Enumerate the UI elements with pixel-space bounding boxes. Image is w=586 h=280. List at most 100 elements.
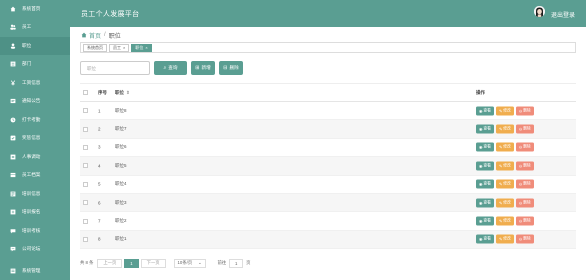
delete-button[interactable]: ⊖ 删除 (515, 106, 534, 116)
page-size-select[interactable]: 10条/页 ⌄ (173, 258, 206, 268)
sidebar-item-departments[interactable]: 部门 (0, 55, 70, 73)
tab-home[interactable]: 系统首页 (83, 43, 107, 52)
edit-icon: ✎ (498, 109, 503, 114)
view-button-label: 查看 (483, 218, 491, 223)
delete-button[interactable]: ⊖ 删除 (515, 179, 534, 189)
edit-button[interactable]: ✎ 修改 (495, 124, 514, 134)
row-index: 2 (98, 126, 101, 132)
department-icon (10, 61, 16, 67)
edit-button[interactable]: ✎ 修改 (495, 106, 514, 116)
row-checkbox[interactable] (83, 163, 88, 169)
sidebar-item-label: 部门 (22, 61, 32, 66)
eye-icon: ◉ (479, 145, 483, 150)
edit-button[interactable]: ✎ 修改 (495, 234, 514, 244)
sidebar-item-notices[interactable]: 通知公告 (0, 92, 70, 110)
close-icon[interactable]: × (123, 45, 125, 51)
sidebar-item-forum[interactable]: 公司论坛 (0, 240, 70, 258)
edit-button[interactable]: ✎ 修改 (495, 142, 514, 152)
sidebar-item-home[interactable]: 系统首页 (0, 0, 70, 18)
delete-icon: ⊖ (518, 164, 523, 169)
delete-button[interactable]: ⊖ 删除 (515, 124, 534, 134)
row-position-name: 职位7 (115, 126, 127, 132)
prev-page-button[interactable]: 上一页 (97, 258, 123, 268)
sidebar-item-label: 培训考核 (22, 228, 41, 233)
row-checkbox[interactable] (83, 181, 88, 187)
goto-page-input[interactable]: 1 (229, 258, 244, 268)
next-page-button[interactable]: 下一页 (140, 258, 166, 268)
view-button[interactable]: ◉ 查看 (476, 234, 494, 244)
view-button[interactable]: ◉ 查看 (476, 106, 494, 116)
row-actions: ◉ 查看 ✎ 修改 ⊖ 删除 (476, 179, 536, 189)
row-actions: ◉ 查看 ✎ 修改 ⊖ 删除 (476, 234, 536, 244)
view-button[interactable]: ◉ 查看 (476, 142, 494, 152)
delete-button[interactable]: ⊖ 删除 (515, 234, 534, 244)
delete-button[interactable]: ⊖ 删除 (515, 161, 534, 171)
column-header-position[interactable]: 职位 ⇕ (115, 90, 130, 96)
sidebar-item-attendance[interactable]: 打卡考勤 (0, 111, 70, 129)
row-checkbox[interactable] (83, 144, 88, 150)
row-checkbox[interactable] (83, 126, 88, 132)
forum-icon (10, 246, 16, 252)
view-button[interactable]: ◉ 查看 (476, 179, 494, 189)
view-button-label: 查看 (483, 200, 491, 205)
sort-icon[interactable]: ⇕ (126, 90, 130, 95)
view-button[interactable]: ◉ 查看 (476, 216, 494, 226)
view-button[interactable]: ◉ 查看 (476, 198, 494, 208)
tab-label: 职位 (135, 44, 144, 50)
sidebar-item-training[interactable]: 培训信息 (0, 185, 70, 203)
position-search-input[interactable] (80, 61, 150, 75)
column-header-position-label: 职位 (115, 89, 124, 95)
edit-button[interactable]: ✎ 修改 (495, 198, 514, 208)
sidebar-item-rewards[interactable]: 奖惩信息 (0, 129, 70, 147)
row-checkbox[interactable] (83, 200, 88, 206)
add-button[interactable]: ⊞ 新增 (191, 61, 215, 75)
sidebar-item-label: 公司论坛 (22, 246, 41, 251)
sidebar-item-positions[interactable]: 职位 (0, 37, 70, 55)
delete-button[interactable]: ⊖ 删除 (515, 216, 534, 226)
delete-button[interactable]: ⊖ 删除 (515, 198, 534, 208)
sidebar-item-system[interactable]: 系统管理 (0, 262, 70, 280)
view-button[interactable]: ◉ 查看 (476, 124, 494, 134)
sidebar-item-employees[interactable]: 员工 (0, 18, 70, 36)
delete-button-label: 删除 (523, 218, 531, 223)
view-button-label: 查看 (483, 181, 491, 186)
row-index: 4 (98, 163, 101, 169)
logout-link[interactable]: 退出登录 (551, 10, 575, 19)
batch-delete-button[interactable]: ⊟ 删除 (219, 61, 243, 75)
tab-employees[interactable]: 员工 × (109, 43, 130, 52)
training-icon (10, 191, 16, 197)
sidebar-item-salary[interactable]: 工资信息 (0, 74, 70, 92)
sidebar-item-training-exam[interactable]: 培训考核 (0, 222, 70, 240)
tab-positions[interactable]: 职位 × (131, 43, 152, 52)
transfer-icon (10, 154, 16, 160)
search-icon: ⌕ (163, 65, 167, 71)
row-checkbox[interactable] (83, 218, 88, 224)
edit-button[interactable]: ✎ 修改 (495, 216, 514, 226)
close-icon[interactable]: × (145, 45, 147, 51)
delete-button-label: 删除 (523, 181, 531, 186)
tab-label: 系统首页 (87, 44, 103, 50)
select-all-checkbox[interactable] (83, 90, 88, 95)
table-row: 8 职位1 ◉ 查看 ✎ 修改 ⊖ 删除 (80, 230, 576, 250)
avatar[interactable] (534, 6, 545, 17)
home-icon (10, 6, 16, 12)
delete-icon: ⊖ (518, 127, 523, 132)
delete-button[interactable]: ⊖ 删除 (515, 142, 534, 152)
delete-button-label: 删除 (523, 163, 531, 168)
edit-button[interactable]: ✎ 修改 (495, 161, 514, 171)
sidebar-item-training-signup[interactable]: 培训报名 (0, 203, 70, 221)
breadcrumb-home[interactable]: 首页 (89, 31, 101, 40)
page-number-current[interactable]: 1 (124, 258, 139, 268)
tab-bar: 系统首页 员工 × 职位 × (80, 42, 576, 53)
view-button[interactable]: ◉ 查看 (476, 161, 494, 171)
search-button[interactable]: ⌕ 查询 (154, 61, 187, 75)
row-checkbox[interactable] (83, 108, 88, 114)
delete-icon: ⊖ (518, 182, 523, 187)
sidebar-item-archive[interactable]: 员工档案 (0, 166, 70, 184)
edit-button-label: 修改 (503, 200, 511, 205)
edit-button[interactable]: ✎ 修改 (495, 179, 514, 189)
sidebar-item-transfer[interactable]: 人事调动 (0, 148, 70, 166)
row-checkbox[interactable] (83, 236, 88, 242)
edit-button-label: 修改 (503, 181, 511, 186)
row-position-name: 职位5 (115, 162, 127, 168)
